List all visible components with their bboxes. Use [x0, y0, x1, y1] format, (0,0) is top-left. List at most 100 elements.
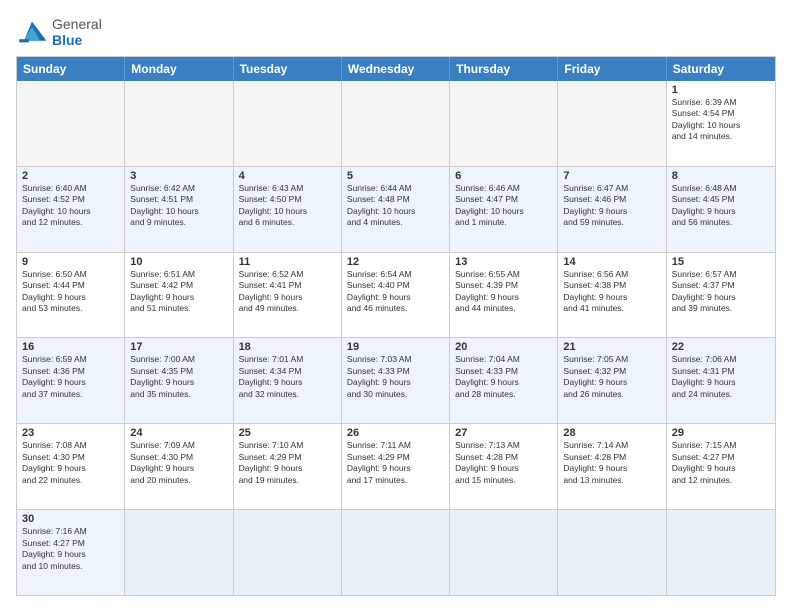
cell-day-number: 21	[563, 341, 660, 353]
calendar-cell	[667, 510, 775, 595]
calendar-cell	[125, 510, 233, 595]
cell-day-number: 20	[455, 341, 552, 353]
cell-day-number: 14	[563, 256, 660, 268]
cell-day-number: 28	[563, 427, 660, 439]
calendar-cell: 25Sunrise: 7:10 AM Sunset: 4:29 PM Dayli…	[234, 424, 342, 509]
calendar-row: 2Sunrise: 6:40 AM Sunset: 4:52 PM Daylig…	[17, 166, 775, 252]
calendar-cell: 11Sunrise: 6:52 AM Sunset: 4:41 PM Dayli…	[234, 253, 342, 338]
cell-day-number: 4	[239, 170, 336, 182]
calendar-body: 1Sunrise: 6:39 AM Sunset: 4:54 PM Daylig…	[17, 81, 775, 595]
cell-day-number: 30	[22, 513, 119, 525]
cell-day-number: 13	[455, 256, 552, 268]
day-header: Monday	[125, 57, 233, 81]
cell-day-number: 19	[347, 341, 444, 353]
cell-sun-info: Sunrise: 7:05 AM Sunset: 4:32 PM Dayligh…	[563, 354, 660, 400]
calendar-cell: 16Sunrise: 6:59 AM Sunset: 4:36 PM Dayli…	[17, 338, 125, 423]
calendar-cell	[342, 81, 450, 166]
header: General Blue	[16, 16, 776, 48]
cell-day-number: 18	[239, 341, 336, 353]
cell-sun-info: Sunrise: 7:15 AM Sunset: 4:27 PM Dayligh…	[672, 440, 770, 486]
cell-sun-info: Sunrise: 6:48 AM Sunset: 4:45 PM Dayligh…	[672, 183, 770, 229]
cell-sun-info: Sunrise: 6:42 AM Sunset: 4:51 PM Dayligh…	[130, 183, 227, 229]
cell-day-number: 11	[239, 256, 336, 268]
cell-sun-info: Sunrise: 6:44 AM Sunset: 4:48 PM Dayligh…	[347, 183, 444, 229]
calendar-cell: 27Sunrise: 7:13 AM Sunset: 4:28 PM Dayli…	[450, 424, 558, 509]
calendar-cell	[558, 81, 666, 166]
cell-sun-info: Sunrise: 6:50 AM Sunset: 4:44 PM Dayligh…	[22, 269, 119, 315]
day-headers: SundayMondayTuesdayWednesdayThursdayFrid…	[17, 57, 775, 81]
cell-day-number: 25	[239, 427, 336, 439]
calendar-cell	[234, 81, 342, 166]
cell-sun-info: Sunrise: 6:43 AM Sunset: 4:50 PM Dayligh…	[239, 183, 336, 229]
calendar-row: 1Sunrise: 6:39 AM Sunset: 4:54 PM Daylig…	[17, 81, 775, 166]
calendar-row: 23Sunrise: 7:08 AM Sunset: 4:30 PM Dayli…	[17, 423, 775, 509]
calendar-cell	[450, 510, 558, 595]
day-header: Saturday	[667, 57, 775, 81]
calendar-cell: 1Sunrise: 6:39 AM Sunset: 4:54 PM Daylig…	[667, 81, 775, 166]
cell-day-number: 23	[22, 427, 119, 439]
calendar-cell: 9Sunrise: 6:50 AM Sunset: 4:44 PM Daylig…	[17, 253, 125, 338]
calendar-cell	[342, 510, 450, 595]
calendar-cell: 14Sunrise: 6:56 AM Sunset: 4:38 PM Dayli…	[558, 253, 666, 338]
cell-day-number: 1	[672, 84, 770, 96]
cell-sun-info: Sunrise: 6:40 AM Sunset: 4:52 PM Dayligh…	[22, 183, 119, 229]
logo: General Blue	[16, 16, 102, 48]
cell-sun-info: Sunrise: 7:13 AM Sunset: 4:28 PM Dayligh…	[455, 440, 552, 486]
cell-sun-info: Sunrise: 6:54 AM Sunset: 4:40 PM Dayligh…	[347, 269, 444, 315]
calendar-cell	[17, 81, 125, 166]
cell-day-number: 2	[22, 170, 119, 182]
calendar-cell: 24Sunrise: 7:09 AM Sunset: 4:30 PM Dayli…	[125, 424, 233, 509]
cell-day-number: 24	[130, 427, 227, 439]
calendar-row: 16Sunrise: 6:59 AM Sunset: 4:36 PM Dayli…	[17, 337, 775, 423]
cell-day-number: 12	[347, 256, 444, 268]
cell-sun-info: Sunrise: 6:46 AM Sunset: 4:47 PM Dayligh…	[455, 183, 552, 229]
calendar-cell: 15Sunrise: 6:57 AM Sunset: 4:37 PM Dayli…	[667, 253, 775, 338]
calendar-cell	[450, 81, 558, 166]
calendar-cell: 29Sunrise: 7:15 AM Sunset: 4:27 PM Dayli…	[667, 424, 775, 509]
cell-day-number: 5	[347, 170, 444, 182]
calendar: SundayMondayTuesdayWednesdayThursdayFrid…	[16, 56, 776, 596]
calendar-cell: 20Sunrise: 7:04 AM Sunset: 4:33 PM Dayli…	[450, 338, 558, 423]
cell-day-number: 17	[130, 341, 227, 353]
calendar-cell: 7Sunrise: 6:47 AM Sunset: 4:46 PM Daylig…	[558, 167, 666, 252]
cell-day-number: 29	[672, 427, 770, 439]
calendar-cell: 2Sunrise: 6:40 AM Sunset: 4:52 PM Daylig…	[17, 167, 125, 252]
day-header: Sunday	[17, 57, 125, 81]
cell-day-number: 9	[22, 256, 119, 268]
calendar-cell: 21Sunrise: 7:05 AM Sunset: 4:32 PM Dayli…	[558, 338, 666, 423]
cell-sun-info: Sunrise: 6:39 AM Sunset: 4:54 PM Dayligh…	[672, 97, 770, 143]
cell-sun-info: Sunrise: 7:16 AM Sunset: 4:27 PM Dayligh…	[22, 526, 119, 572]
calendar-row: 9Sunrise: 6:50 AM Sunset: 4:44 PM Daylig…	[17, 252, 775, 338]
cell-sun-info: Sunrise: 6:57 AM Sunset: 4:37 PM Dayligh…	[672, 269, 770, 315]
cell-sun-info: Sunrise: 7:08 AM Sunset: 4:30 PM Dayligh…	[22, 440, 119, 486]
page: General Blue SundayMondayTuesdayWednesda…	[0, 0, 792, 612]
calendar-cell: 5Sunrise: 6:44 AM Sunset: 4:48 PM Daylig…	[342, 167, 450, 252]
cell-sun-info: Sunrise: 7:11 AM Sunset: 4:29 PM Dayligh…	[347, 440, 444, 486]
calendar-cell: 13Sunrise: 6:55 AM Sunset: 4:39 PM Dayli…	[450, 253, 558, 338]
cell-sun-info: Sunrise: 7:14 AM Sunset: 4:28 PM Dayligh…	[563, 440, 660, 486]
logo-text: General Blue	[52, 16, 102, 48]
cell-day-number: 7	[563, 170, 660, 182]
day-header: Thursday	[450, 57, 558, 81]
calendar-cell: 4Sunrise: 6:43 AM Sunset: 4:50 PM Daylig…	[234, 167, 342, 252]
calendar-cell	[234, 510, 342, 595]
cell-sun-info: Sunrise: 7:10 AM Sunset: 4:29 PM Dayligh…	[239, 440, 336, 486]
cell-sun-info: Sunrise: 6:56 AM Sunset: 4:38 PM Dayligh…	[563, 269, 660, 315]
calendar-cell: 26Sunrise: 7:11 AM Sunset: 4:29 PM Dayli…	[342, 424, 450, 509]
cell-day-number: 8	[672, 170, 770, 182]
cell-day-number: 6	[455, 170, 552, 182]
cell-sun-info: Sunrise: 7:01 AM Sunset: 4:34 PM Dayligh…	[239, 354, 336, 400]
cell-sun-info: Sunrise: 6:47 AM Sunset: 4:46 PM Dayligh…	[563, 183, 660, 229]
cell-sun-info: Sunrise: 7:06 AM Sunset: 4:31 PM Dayligh…	[672, 354, 770, 400]
logo-icon	[16, 18, 48, 46]
day-header: Friday	[558, 57, 666, 81]
calendar-cell: 18Sunrise: 7:01 AM Sunset: 4:34 PM Dayli…	[234, 338, 342, 423]
cell-day-number: 22	[672, 341, 770, 353]
calendar-cell: 10Sunrise: 6:51 AM Sunset: 4:42 PM Dayli…	[125, 253, 233, 338]
cell-day-number: 27	[455, 427, 552, 439]
calendar-cell: 8Sunrise: 6:48 AM Sunset: 4:45 PM Daylig…	[667, 167, 775, 252]
calendar-cell: 19Sunrise: 7:03 AM Sunset: 4:33 PM Dayli…	[342, 338, 450, 423]
cell-sun-info: Sunrise: 7:09 AM Sunset: 4:30 PM Dayligh…	[130, 440, 227, 486]
cell-day-number: 26	[347, 427, 444, 439]
cell-sun-info: Sunrise: 6:52 AM Sunset: 4:41 PM Dayligh…	[239, 269, 336, 315]
